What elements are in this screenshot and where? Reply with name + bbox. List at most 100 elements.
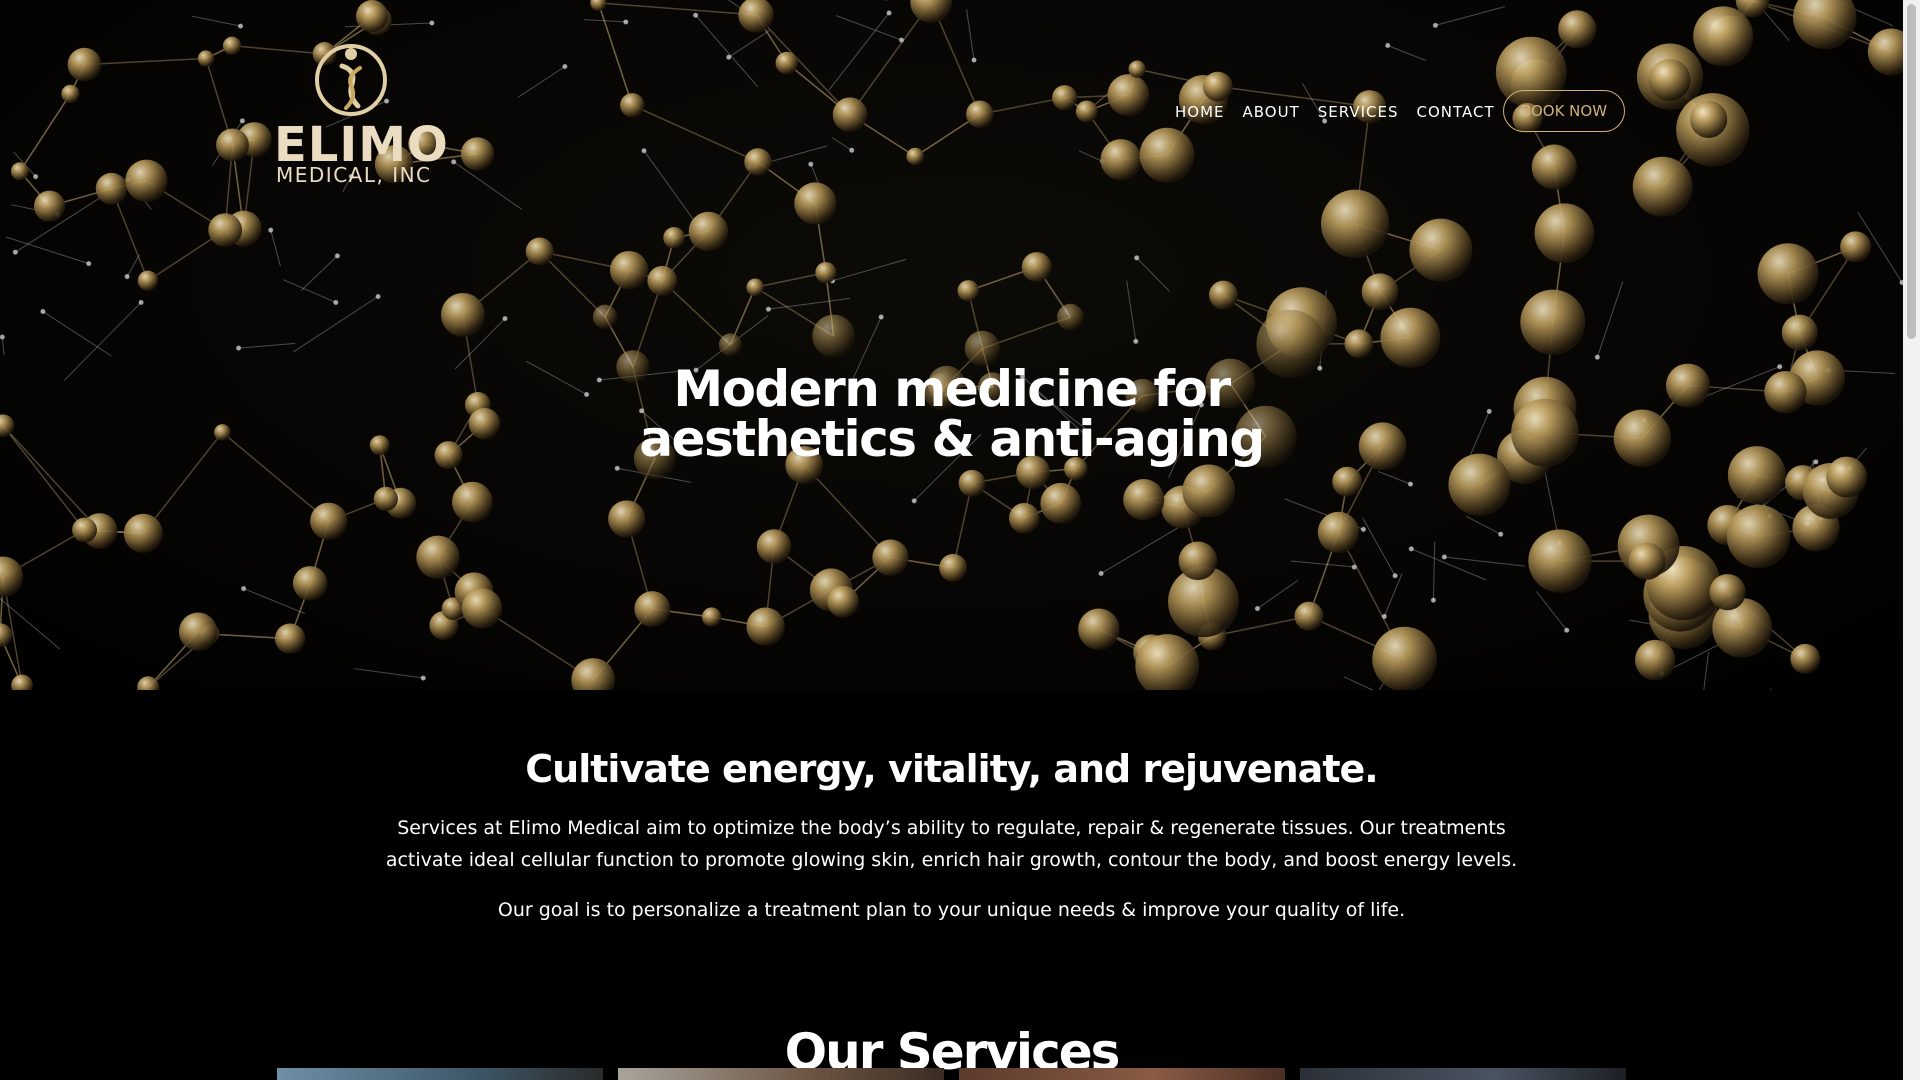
molecule-sphere [1075,100,1098,123]
molecule-sphere [1528,529,1592,593]
molecule-sphere [95,172,128,205]
molecule-sphere [910,0,952,23]
molecule-sphere [1100,139,1142,181]
molecule-sphere [957,280,979,302]
molecule-sphere [872,539,909,576]
network-wire [1126,280,1137,342]
network-node [1360,526,1367,533]
molecule-sphere [1123,479,1165,521]
molecule-sphere [939,553,968,582]
network-wire [1770,688,1772,690]
nav-about[interactable]: ABOUT [1243,102,1300,122]
molecule-sphere [701,607,722,627]
molecule-sphere [1693,6,1754,67]
logo-subtitle: MEDICAL, INC [276,163,432,187]
network-node [886,10,892,16]
molecule-sphere [746,607,785,646]
network-node [40,308,46,315]
network-wire [517,66,566,98]
molecule-bond [631,104,759,163]
service-card-image[interactable] [277,1068,603,1080]
network-wire [1432,541,1436,601]
molecule-sphere [1202,71,1233,102]
vertical-scrollbar[interactable] [1903,0,1920,1080]
molecule-sphere [0,623,13,648]
network-wire [836,15,902,41]
network-wire [1411,548,1487,581]
nav-contact[interactable]: CONTACT [1417,102,1495,122]
network-node [971,57,977,63]
molecule-sphere [1790,643,1821,674]
network-node [878,314,884,320]
molecule-sphere [1107,74,1150,116]
network-node [450,159,457,165]
molecule-bond [19,93,72,172]
molecule-sphere [1139,127,1195,183]
network-node [1392,573,1398,579]
molecule-bond [84,57,207,66]
service-card-image[interactable] [959,1068,1285,1080]
molecule-sphere [571,658,616,690]
molecule-sphere [1781,314,1818,351]
service-card-image[interactable] [618,1068,944,1080]
molecule-sphere [123,513,163,553]
nav-services[interactable]: SERVICES [1318,102,1399,122]
network-node [124,273,130,280]
network-wire [966,8,975,61]
page: ELIMO MEDICAL, INC HOME ABOUT SERVICES C… [0,0,1903,1080]
intro-paragraph-2: Our goal is to personalize a treatment p… [497,899,1406,921]
network-wire [1257,579,1299,609]
network-wire [126,254,140,277]
nav-home[interactable]: HOME [1175,102,1225,122]
network-node [1098,570,1104,577]
network-wire [832,137,852,151]
molecule-sphere [33,190,66,222]
network-node [1133,338,1139,345]
network-node [0,334,5,340]
molecule-sphere [1534,203,1595,264]
network-node [333,299,339,306]
service-card-image[interactable] [1300,1068,1626,1080]
molecule-sphere [958,469,986,497]
molecule-sphere [208,213,243,247]
network-node [239,118,246,124]
molecule-bond [755,14,851,116]
network-wire [1,336,5,356]
molecule-sphere [525,237,554,266]
molecule-sphere [1520,289,1586,355]
network-wire [1078,150,1103,162]
network-node [1407,481,1414,487]
molecule-sphere [815,261,837,284]
network-wire [885,0,887,2]
molecule-sphere [1332,466,1363,497]
network-node [375,293,381,300]
molecule-sphere [1208,280,1238,310]
molecule-sphere [610,250,649,290]
molecule-sphere [832,97,868,132]
molecule-sphere [1056,303,1084,331]
scrollbar-thumb[interactable] [1907,4,1916,339]
molecule-sphere [812,314,856,358]
molecule-sphere [1320,189,1390,258]
network-wire [1596,281,1624,358]
network-node [726,54,732,60]
molecule-sphere [1558,10,1597,49]
network-node [562,63,568,70]
molecule-sphere [1709,574,1746,611]
molecule-sphere [620,93,645,118]
molecule-sphere [1021,252,1052,282]
elimo-logo[interactable]: ELIMO MEDICAL, INC [270,40,448,186]
network-wire [1383,573,1403,617]
molecule-sphere [1648,59,1691,101]
network-wire [643,150,699,226]
network-node [808,161,814,167]
molecule-sphere [1078,608,1120,650]
molecule-sphere [744,148,772,176]
molecule-sphere [1128,60,1146,78]
book-now-button[interactable]: BOOK NOW [1503,90,1625,132]
network-node [502,315,508,322]
molecule-sphere [355,0,389,33]
network-wire [270,229,281,267]
molecule-sphere [1634,639,1676,681]
network-wire [1136,257,1170,292]
